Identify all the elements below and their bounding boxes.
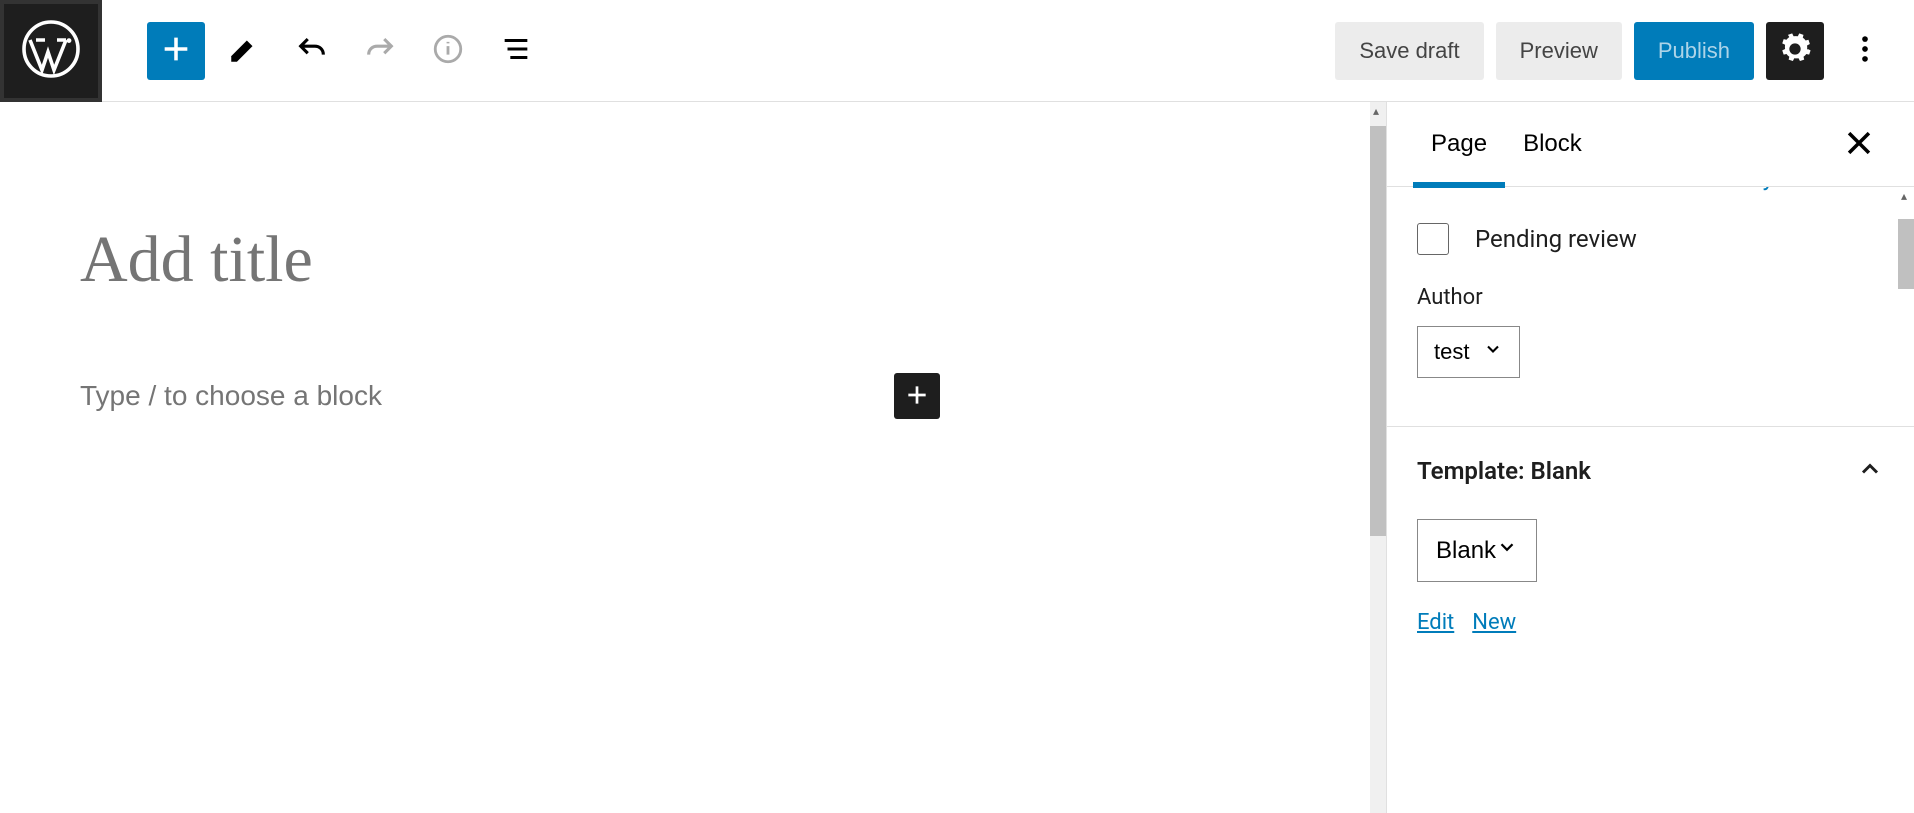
undo-icon	[295, 32, 329, 69]
gear-icon	[1778, 32, 1812, 69]
list-view-icon	[499, 32, 533, 69]
template-select[interactable]: Blank	[1417, 519, 1537, 582]
editor-canvas[interactable]	[0, 102, 1386, 813]
pending-review-checkbox[interactable]	[1417, 223, 1449, 255]
close-sidebar-button[interactable]	[1830, 115, 1888, 173]
author-label: Author	[1417, 285, 1884, 310]
wordpress-icon	[21, 19, 81, 83]
plus-icon	[159, 32, 193, 69]
pending-review-row: Pending review	[1417, 223, 1884, 255]
plus-icon	[904, 382, 930, 411]
toolbar-right-group: Save draft Preview Publish	[1335, 22, 1914, 80]
sidebar-tabs: Page Block	[1387, 102, 1914, 187]
publish-button[interactable]: Publish	[1634, 22, 1754, 80]
template-section-header[interactable]: Template: Blank	[1387, 427, 1914, 503]
close-icon	[1842, 126, 1876, 163]
redo-button[interactable]	[351, 22, 409, 80]
sidebar-panel: Publish Immediately Pending review Autho…	[1387, 187, 1914, 813]
pending-review-label: Pending review	[1475, 225, 1637, 253]
save-draft-button[interactable]: Save draft	[1335, 22, 1483, 80]
add-block-button[interactable]	[894, 373, 940, 419]
publish-row[interactable]: Publish Immediately	[1387, 187, 1914, 199]
tab-block[interactable]: Block	[1505, 102, 1600, 187]
undo-button[interactable]	[283, 22, 341, 80]
redo-icon	[363, 32, 397, 69]
template-value: Blank	[1436, 537, 1496, 565]
author-select[interactable]: test	[1417, 326, 1520, 378]
new-template-link[interactable]: New	[1472, 610, 1516, 635]
details-button[interactable]	[419, 22, 477, 80]
chevron-down-icon	[1483, 339, 1503, 365]
outline-button[interactable]	[487, 22, 545, 80]
block-row	[80, 373, 940, 419]
panel-scrollbar[interactable]	[1898, 187, 1914, 813]
toolbar-left-group	[102, 22, 545, 80]
author-value: test	[1434, 339, 1469, 365]
chevron-down-icon	[1496, 536, 1518, 565]
top-toolbar: Save draft Preview Publish	[0, 0, 1914, 102]
canvas-scrollbar[interactable]	[1370, 102, 1386, 813]
chevron-up-icon	[1856, 455, 1884, 487]
edit-template-link[interactable]: Edit	[1417, 610, 1454, 635]
pencil-icon	[227, 32, 261, 69]
tab-page[interactable]: Page	[1413, 102, 1505, 187]
wordpress-logo-button[interactable]	[0, 0, 102, 102]
block-prompt-input[interactable]	[80, 380, 894, 412]
preview-button[interactable]: Preview	[1496, 22, 1622, 80]
info-icon	[431, 32, 465, 69]
settings-sidebar: Page Block Publish Immediately Pending r…	[1386, 102, 1914, 813]
toggle-inserter-button[interactable]	[147, 22, 205, 80]
options-button[interactable]	[1836, 22, 1894, 80]
settings-button[interactable]	[1766, 22, 1824, 80]
more-vertical-icon	[1848, 32, 1882, 69]
post-title-input[interactable]	[80, 222, 1306, 298]
template-links: Edit New	[1387, 582, 1914, 635]
template-section-title: Template: Blank	[1417, 457, 1856, 485]
tools-button[interactable]	[215, 22, 273, 80]
